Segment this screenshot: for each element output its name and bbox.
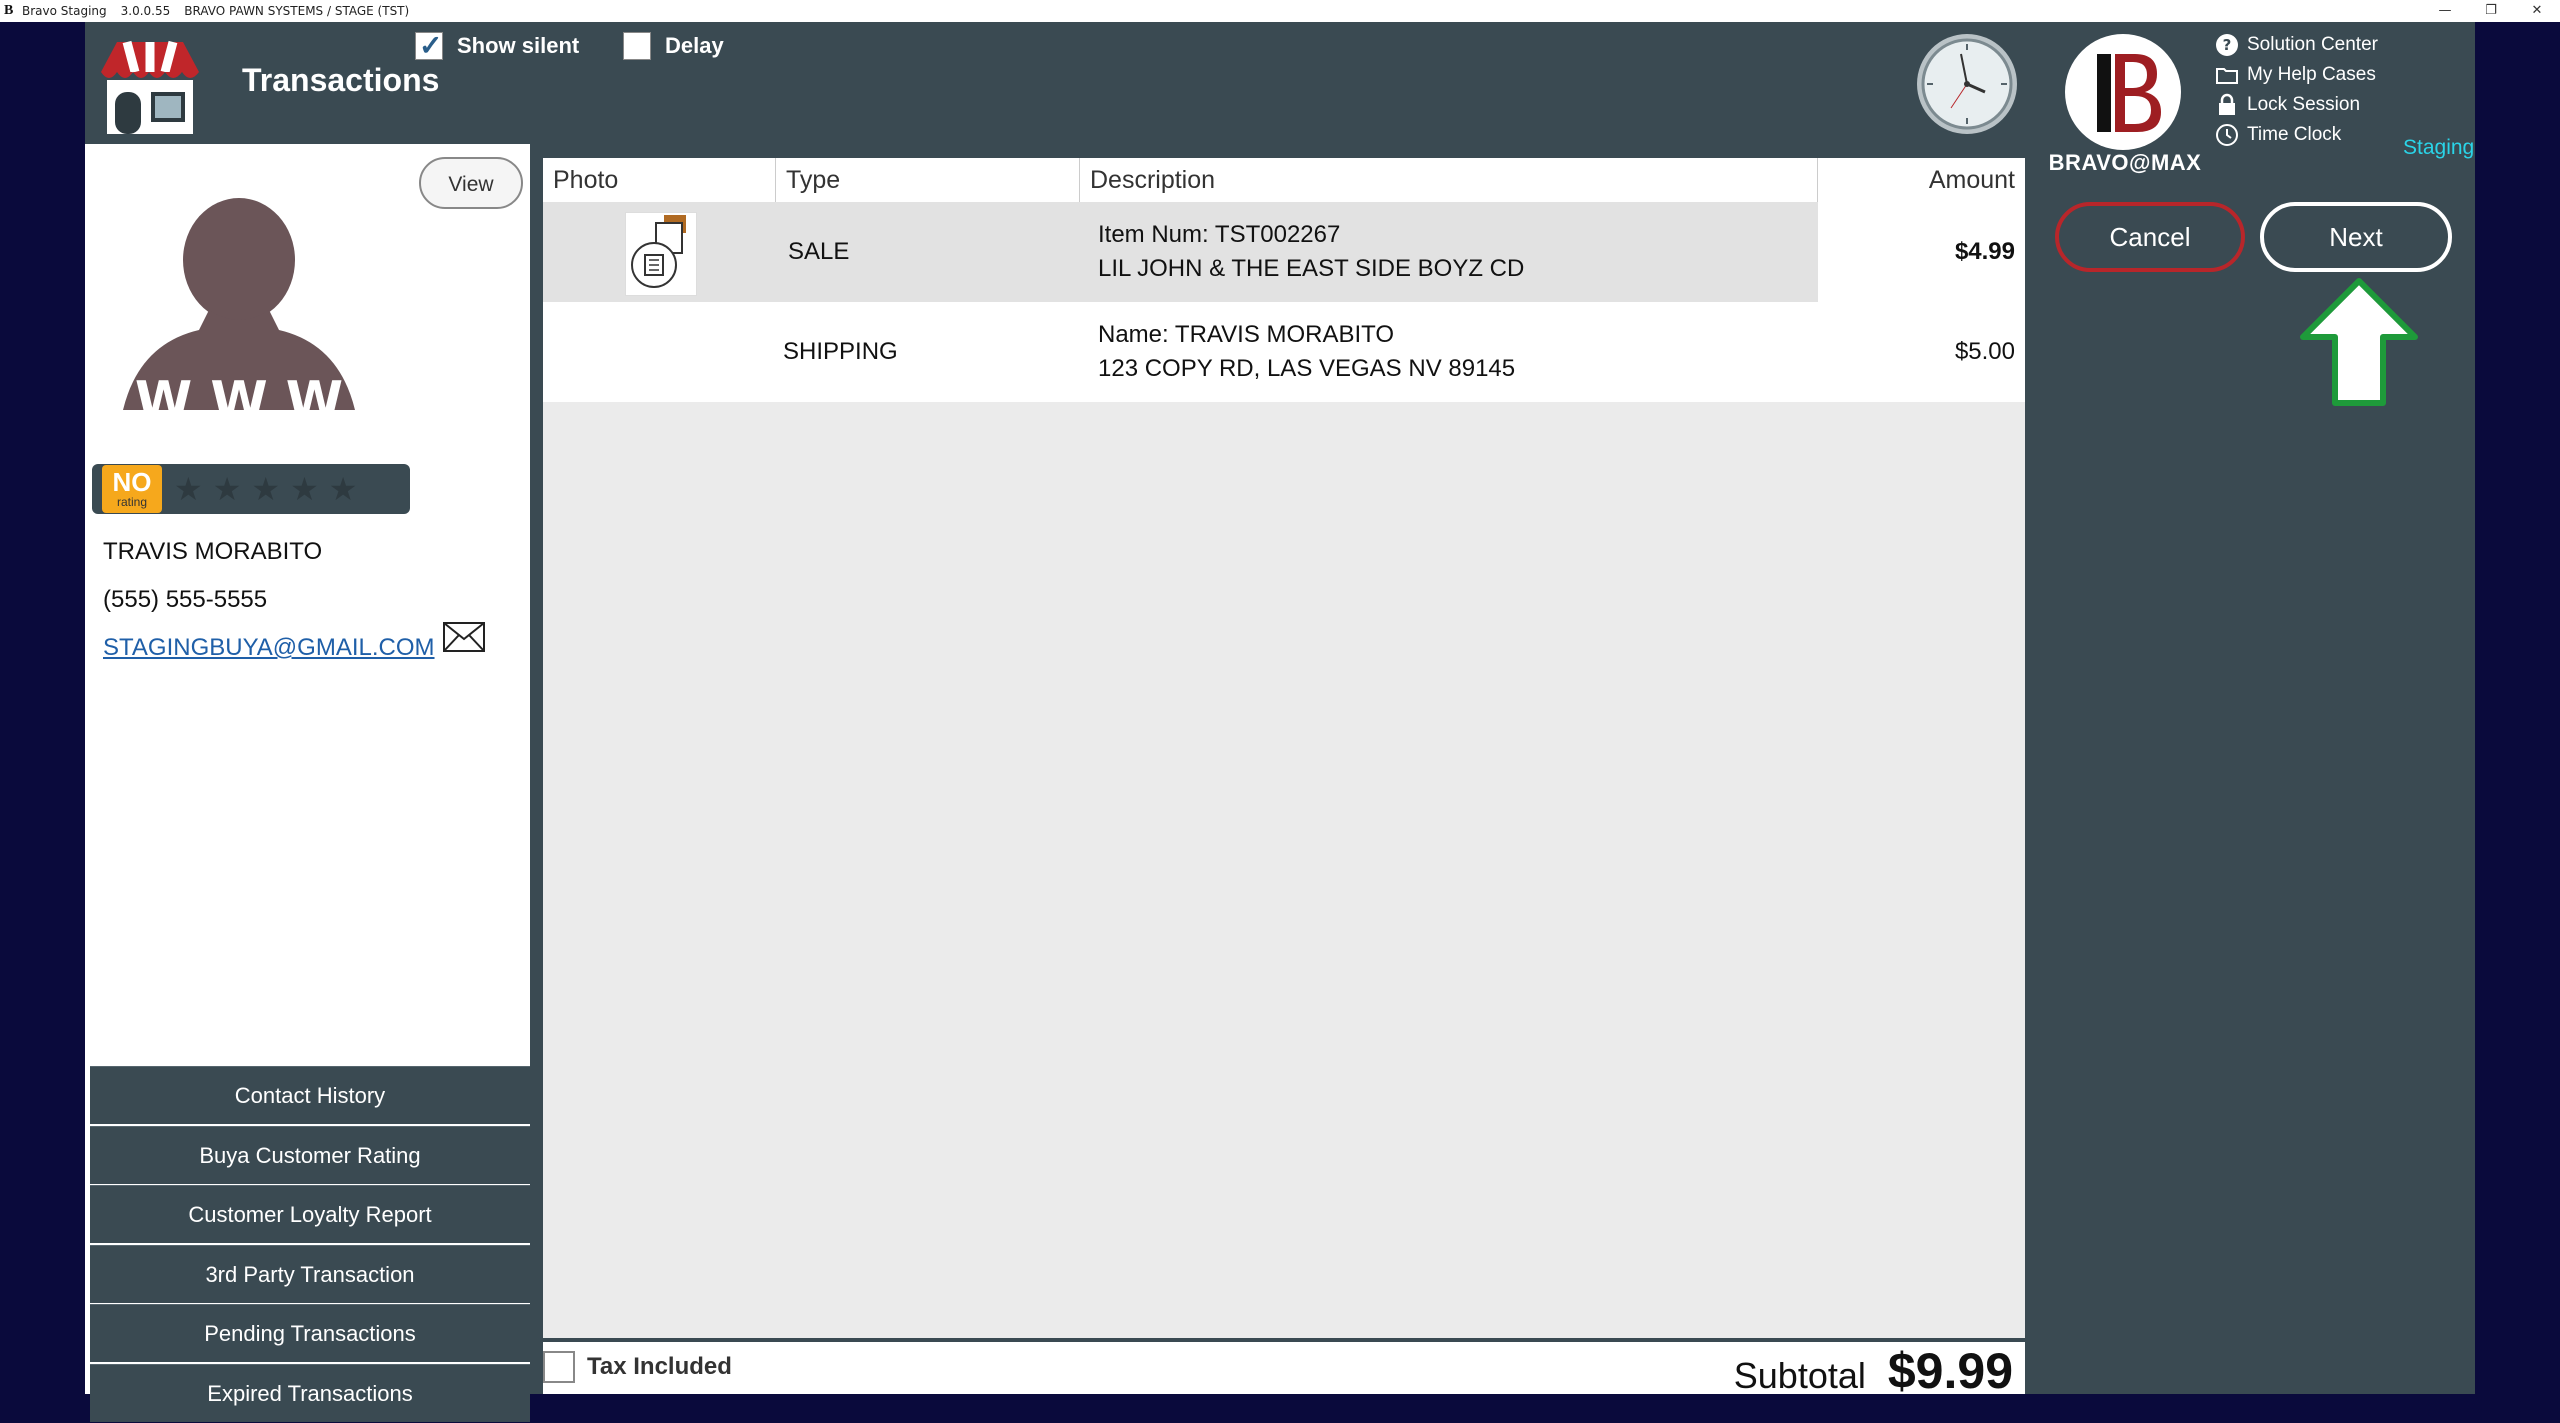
column-header-photo[interactable]: Photo <box>543 158 776 202</box>
subtotal-label: Subtotal <box>1733 1355 1866 1396</box>
star-icon: ★ <box>251 470 281 508</box>
time-clock-label: Time Clock <box>2247 124 2342 145</box>
delay-label: Delay <box>665 33 724 58</box>
window-app-name: Bravo Staging <box>22 4 107 18</box>
show-silent-label: Show silent <box>457 33 580 58</box>
customer-email-link[interactable]: STAGINGBUYA@GMAIL.COM <box>103 634 435 662</box>
cd-item-icon <box>631 215 686 288</box>
view-customer-button[interactable]: View <box>419 157 523 209</box>
buya-customer-rating-button[interactable]: Buya Customer Rating <box>90 1125 530 1184</box>
window-version: 3.0.0.55 <box>120 4 171 18</box>
row-description-line2: 123 COPY RD, LAS VEGAS NV 89145 <box>1098 355 1516 382</box>
contact-history-button[interactable]: Contact History <box>90 1066 530 1124</box>
delay-box[interactable] <box>623 32 651 60</box>
app-logo-icon: B <box>4 3 14 18</box>
rating-sub-text: rating <box>116 495 148 509</box>
tax-included-box[interactable] <box>543 1351 575 1383</box>
lock-icon <box>2215 93 2239 117</box>
column-header-type[interactable]: Type <box>776 158 1080 202</box>
side-menu: Contact History Buya Customer Rating Cus… <box>90 1066 530 1423</box>
lock-session-label: Lock Session <box>2247 94 2361 115</box>
customer-rating: NO rating ★ ★ ★ ★ ★ <box>92 464 410 514</box>
help-circle-icon: ? <box>2215 33 2239 57</box>
store-icon[interactable] <box>95 34 205 138</box>
window-titlebar: B Bravo Staging 3.0.0.55 BRAVO PAWN SYST… <box>0 0 2560 22</box>
customer-name: TRAVIS MORABITO <box>103 538 323 565</box>
solution-center-label: Solution Center <box>2247 34 2378 55</box>
customer-loyalty-report-button[interactable]: Customer Loyalty Report <box>90 1185 530 1243</box>
row-amount: $5.00 <box>1954 338 2015 365</box>
page-title: Transactions <box>242 62 440 98</box>
no-rating-badge: NO rating <box>102 465 162 513</box>
svg-text:?: ? <box>2223 36 2232 54</box>
star-icon: ★ <box>212 470 242 508</box>
next-button[interactable]: Next <box>2260 202 2452 272</box>
table-row[interactable]: SHIPPING Name: TRAVIS MORABITO 123 COPY … <box>543 302 2025 402</box>
rating-stars: ★ ★ ★ ★ ★ <box>174 470 367 508</box>
window-controls: — ❐ ✕ <box>2422 0 2560 22</box>
window-company: BRAVO PAWN SYSTEMS / STAGE (TST) <box>184 4 410 18</box>
totals-footer: Tax Included Subtotal $9.99 <box>543 1342 2025 1399</box>
column-header-amount[interactable]: Amount <box>1818 158 2025 202</box>
star-icon: ★ <box>174 470 203 508</box>
row-description: Item Num: TST002267 LIL JOHN & THE EAST … <box>1098 202 1524 302</box>
mail-icon[interactable] <box>443 622 485 652</box>
delay-checkbox[interactable]: Delay <box>623 32 724 60</box>
subtotal-value: $9.99 <box>1887 1343 2013 1399</box>
my-help-cases-label: My Help Cases <box>2247 64 2376 85</box>
item-photo[interactable] <box>625 212 697 296</box>
app-window: Transactions Show silent Delay B <box>85 22 2475 1422</box>
analog-clock-icon <box>1917 34 2017 134</box>
star-icon: ★ <box>328 470 358 508</box>
restore-button[interactable]: ❐ <box>2468 0 2514 22</box>
solution-center-link[interactable]: ? Solution Center <box>2215 30 2378 60</box>
row-description-line1: Name: TRAVIS MORABITO <box>1098 321 1395 348</box>
clock-icon <box>2215 123 2239 147</box>
expired-transactions-button[interactable]: Expired Transactions <box>90 1363 530 1422</box>
subtotal: Subtotal $9.99 <box>1734 1342 2013 1400</box>
row-description-line2: LIL JOHN & THE EAST SIDE BOYZ CD <box>1098 255 1525 282</box>
customer-phone: (555) 555-5555 <box>103 586 268 613</box>
transactions-table: Photo Type Description Amount SALE Item … <box>543 158 2025 1338</box>
environment-label: Staging <box>2403 136 2475 159</box>
customer-panel: View W W W NO rating ★ ★ ★ ★ ★ TRAVIS MO… <box>85 144 530 1422</box>
table-row[interactable]: SALE Item Num: TST002267 LIL JOHN & THE … <box>543 202 2025 302</box>
row-description-line1: Item Num: TST002267 <box>1098 221 1341 248</box>
rating-no-text: NO <box>112 467 152 497</box>
my-help-cases-link[interactable]: My Help Cases <box>2215 60 2378 90</box>
top-links: ? Solution Center My Help Cases Lock Ses… <box>2215 30 2378 150</box>
minimize-button[interactable]: — <box>2422 0 2468 22</box>
row-type: SHIPPING <box>783 338 898 365</box>
star-icon: ★ <box>290 470 319 508</box>
bravo-logo <box>2065 34 2181 150</box>
close-button[interactable]: ✕ <box>2514 0 2560 22</box>
show-silent-checkbox[interactable]: Show silent <box>415 29 580 62</box>
row-amount: $4.99 <box>1954 238 2015 265</box>
svg-text:W W W: W W W <box>135 371 343 422</box>
row-type: SALE <box>788 238 850 265</box>
pending-transactions-button[interactable]: Pending Transactions <box>90 1304 530 1362</box>
arrow-up-icon <box>2300 278 2418 406</box>
row-description: Name: TRAVIS MORABITO 123 COPY RD, LAS V… <box>1098 302 1515 402</box>
folder-icon <box>2215 63 2239 87</box>
brand-name: BRAVO@MAX <box>2048 150 2202 175</box>
third-party-transaction-button[interactable]: 3rd Party Transaction <box>90 1244 530 1303</box>
lock-session-link[interactable]: Lock Session <box>2215 90 2378 120</box>
tax-included-checkbox[interactable]: Tax Included <box>543 1351 732 1383</box>
tax-included-label: Tax Included <box>587 1353 732 1380</box>
header-bar: Transactions Show silent Delay B <box>85 22 2475 175</box>
cancel-button[interactable]: Cancel <box>2055 202 2245 272</box>
column-header-description[interactable]: Description <box>1080 158 1818 202</box>
show-silent-box[interactable] <box>415 29 443 62</box>
table-header: Photo Type Description Amount <box>543 158 2025 202</box>
customer-avatar: W W W <box>123 198 355 422</box>
time-clock-link[interactable]: Time Clock <box>2215 120 2378 150</box>
